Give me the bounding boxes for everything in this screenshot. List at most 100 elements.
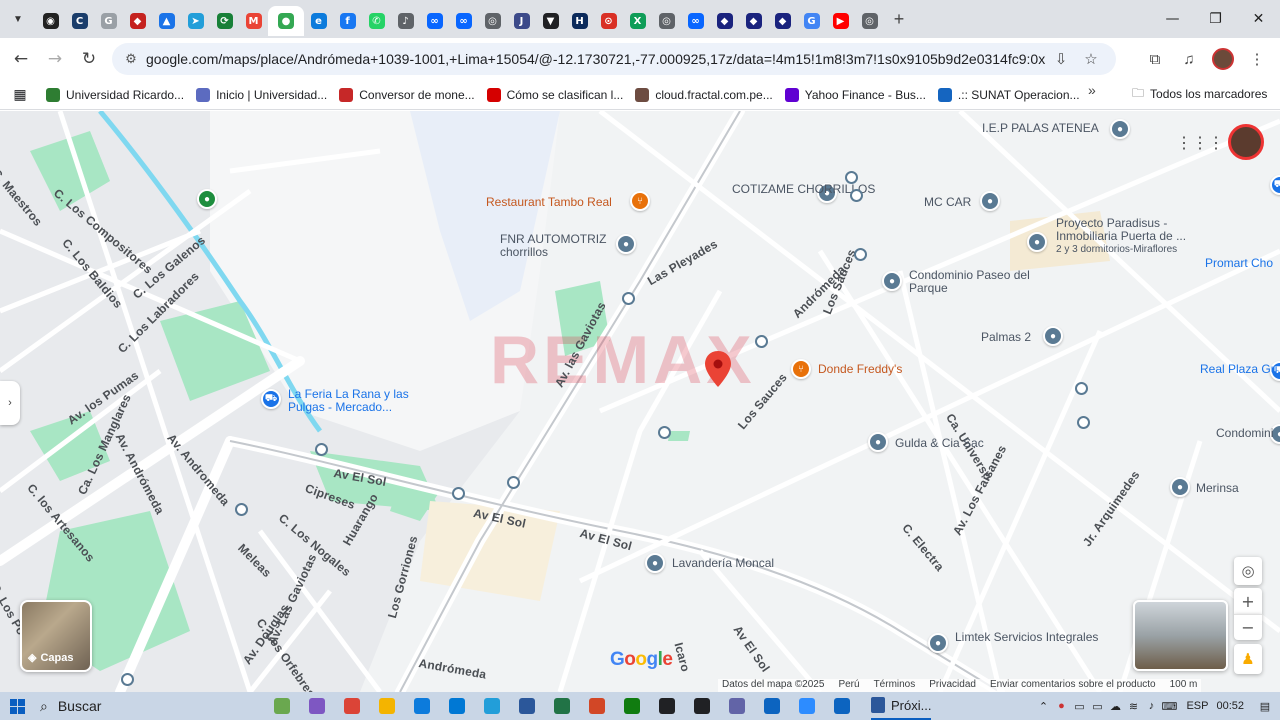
bookmarks-overflow-icon[interactable]: » <box>1088 82 1096 98</box>
restore-icon[interactable]: ❐ <box>1194 0 1237 38</box>
taskbar-app[interactable] <box>404 692 439 720</box>
bookmark-item[interactable]: .:: SUNAT Operacion... <box>932 82 1086 108</box>
taskbar-app[interactable] <box>754 692 789 720</box>
browser-tab[interactable]: ⊙ <box>594 6 623 36</box>
taskbar-app[interactable] <box>684 692 719 720</box>
attribution-link[interactable]: Perú <box>838 679 859 692</box>
business-marker-icon[interactable]: ● <box>868 432 888 452</box>
bus-stop-icon[interactable] <box>1077 416 1090 429</box>
taskbar-search[interactable]: ⌕ Buscar <box>34 692 264 720</box>
browser-tab[interactable]: ◎ <box>652 6 681 36</box>
volume-icon[interactable]: ♪ <box>1142 700 1160 712</box>
restaurant-marker-icon[interactable]: ⑂ <box>630 191 650 211</box>
antivirus-icon[interactable]: ● <box>1052 700 1070 712</box>
browser-tab[interactable]: ⟳ <box>210 6 239 36</box>
street-view-preview[interactable] <box>1133 600 1228 671</box>
browser-tab[interactable]: e <box>304 6 333 36</box>
bus-stop-icon[interactable] <box>854 248 867 261</box>
new-tab-icon[interactable]: + <box>884 9 914 30</box>
taskbar-app[interactable] <box>544 692 579 720</box>
browser-tab[interactable]: ◆ <box>710 6 739 36</box>
taskbar-app[interactable] <box>509 692 544 720</box>
battery-icon[interactable]: ▭ <box>1088 700 1106 713</box>
bookmark-item[interactable]: Universidad Ricardo... <box>40 82 190 108</box>
browser-tab[interactable]: J <box>507 6 536 36</box>
browser-tab[interactable]: ◆ <box>123 6 152 36</box>
bus-stop-icon[interactable] <box>850 189 863 202</box>
real-estate-marker-icon[interactable]: ● <box>1027 232 1047 252</box>
browser-tab[interactable]: ◉ <box>36 6 65 36</box>
bus-stop-icon[interactable] <box>507 476 520 489</box>
bus-stop-icon[interactable] <box>755 335 768 348</box>
place-label[interactable]: La Feria La Rana y las Pulgas - Mercado.… <box>288 388 438 414</box>
bus-stop-icon[interactable] <box>1075 382 1088 395</box>
browser-tab[interactable]: ∞ <box>449 6 478 36</box>
taskbar-app[interactable] <box>649 692 684 720</box>
place-label[interactable]: Restaurant Tambo Real <box>486 196 612 209</box>
place-label[interactable]: Gulda & Cia Sac <box>895 437 984 450</box>
browser-tab[interactable]: ♪ <box>391 6 420 36</box>
place-label[interactable]: Promart Cho <box>1205 257 1273 270</box>
business-marker-icon[interactable]: ● <box>1170 477 1190 497</box>
profile-avatar[interactable] <box>1206 42 1240 76</box>
browser-tab[interactable]: G <box>797 6 826 36</box>
place-label[interactable]: I.E.P PALAS ATENEA <box>982 122 1099 135</box>
bus-stop-icon[interactable] <box>121 673 134 686</box>
browser-tab[interactable]: ✆ <box>362 6 391 36</box>
bus-stop-icon[interactable] <box>845 171 858 184</box>
browser-tab[interactable]: ▲ <box>152 6 181 36</box>
tray-overflow-icon[interactable]: ⌃ <box>1034 700 1052 713</box>
collapse-panel-icon[interactable]: › <box>0 381 20 425</box>
browser-tab[interactable]: M <box>239 6 268 36</box>
forward-icon[interactable]: → <box>38 42 72 76</box>
bus-stop-icon[interactable] <box>658 426 671 439</box>
close-icon[interactable]: ✕ <box>1237 0 1280 38</box>
all-bookmarks-folder[interactable]: 🗀 Todos los marcadores <box>1132 80 1267 108</box>
place-label[interactable]: Condominio Paseo del Parque <box>909 269 1059 295</box>
layers-button[interactable]: ◈ Capas <box>20 600 92 672</box>
market-marker-icon[interactable]: ⛟ <box>261 389 281 409</box>
extensions-icon[interactable]: ⧉ <box>1138 42 1172 76</box>
taskbar-app[interactable] <box>439 692 474 720</box>
wifi-icon[interactable]: ≋ <box>1124 700 1142 713</box>
browser-tab[interactable]: ● <box>268 6 304 36</box>
taskbar-app[interactable] <box>789 692 824 720</box>
attribution-link[interactable]: Términos <box>874 679 916 692</box>
bookmark-star-icon[interactable]: ☆ <box>1076 50 1106 68</box>
attribution-link[interactable]: Privacidad <box>929 679 976 692</box>
browser-tab[interactable]: ∞ <box>681 6 710 36</box>
browser-tab[interactable]: X <box>623 6 652 36</box>
attribution-link[interactable]: Enviar comentarios sobre el producto <box>990 679 1156 692</box>
laundry-marker-icon[interactable]: ● <box>645 553 665 573</box>
taskbar-app[interactable] <box>719 692 754 720</box>
reload-icon[interactable]: ↻ <box>72 42 106 76</box>
clock[interactable]: 00:52 <box>1216 700 1244 712</box>
restaurant-marker-icon[interactable]: ⑂ <box>791 359 811 379</box>
bus-stop-icon[interactable] <box>235 503 248 516</box>
browser-tab[interactable]: ◎ <box>478 6 507 36</box>
account-avatar[interactable] <box>1228 124 1264 160</box>
place-label[interactable]: Limtek Servicios Integrales <box>955 631 1098 644</box>
place-label[interactable]: Real Plaza Gu <box>1200 363 1277 376</box>
my-location-icon[interactable]: ◎ <box>1234 557 1262 585</box>
active-window-button[interactable]: Próxi... <box>871 692 932 720</box>
browser-menu-icon[interactable]: ⋮ <box>1240 42 1274 76</box>
url-text[interactable]: google.com/maps/place/Andrómeda+1039-100… <box>146 51 1046 67</box>
browser-tab[interactable]: ∞ <box>420 6 449 36</box>
bookmark-item[interactable]: Yahoo Finance - Bus... <box>779 82 932 108</box>
taskbar-app[interactable] <box>334 692 369 720</box>
keyboard-icon[interactable]: ⌨ <box>1160 700 1178 713</box>
taskbar-app[interactable] <box>579 692 614 720</box>
residential-marker-icon[interactable]: ● <box>1043 326 1063 346</box>
place-label[interactable]: MC CAR <box>924 196 971 209</box>
bookmark-item[interactable]: Conversor de mone... <box>333 82 480 108</box>
browser-tab[interactable]: ◆ <box>768 6 797 36</box>
browser-tab[interactable]: G <box>94 6 123 36</box>
bus-stop-icon[interactable] <box>622 292 635 305</box>
zoom-in-icon[interactable]: + <box>1234 588 1262 614</box>
place-label[interactable]: FNR AUTOMOTRIZ chorrillos <box>500 233 650 259</box>
notifications-icon[interactable]: ▤ <box>1256 700 1274 713</box>
language-indicator[interactable]: ESP <box>1186 700 1208 712</box>
location-pin-icon[interactable] <box>705 351 731 387</box>
minimize-icon[interactable]: — <box>1151 0 1194 38</box>
